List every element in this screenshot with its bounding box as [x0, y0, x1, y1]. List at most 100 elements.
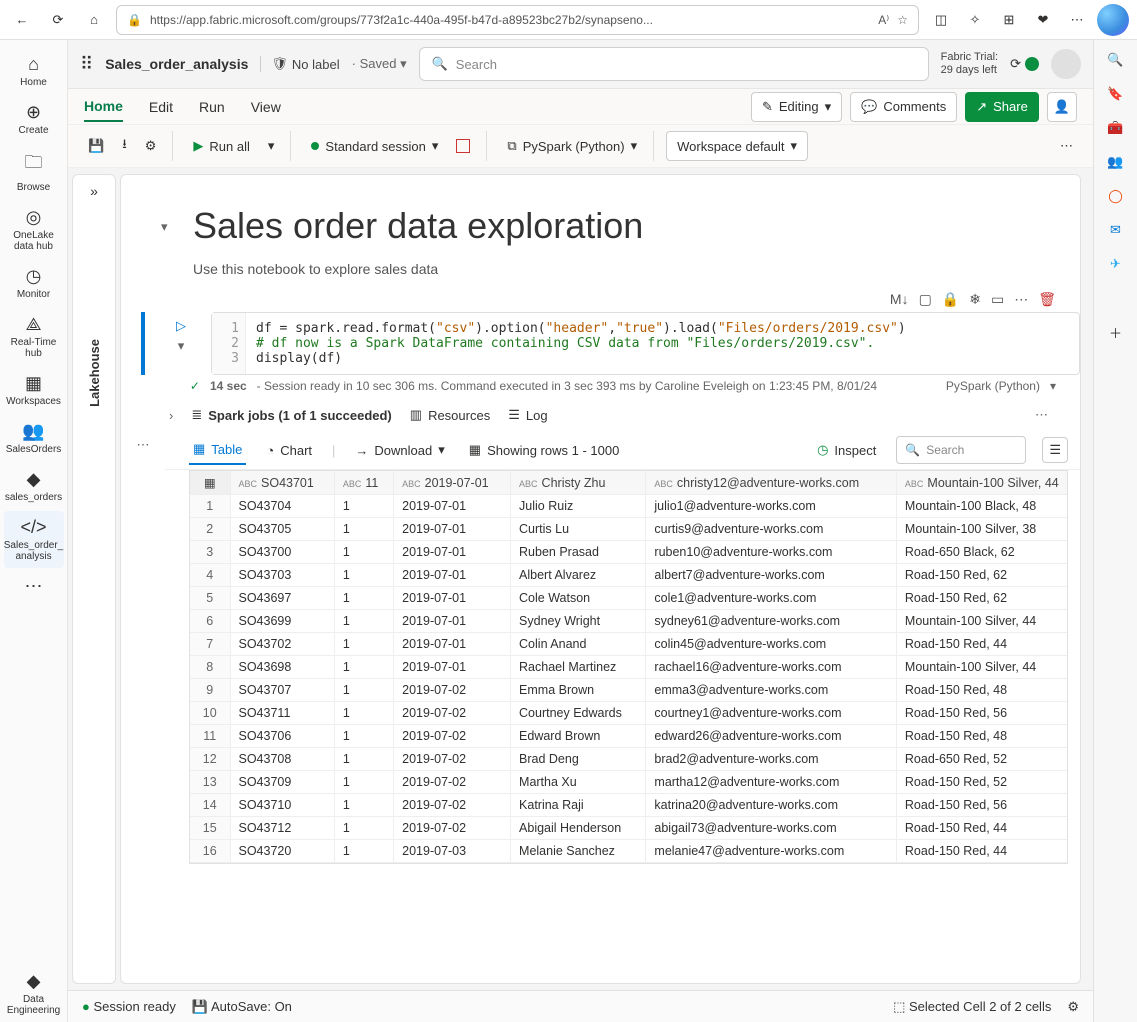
favorite-icon[interactable]: ☆ [897, 13, 908, 27]
user-avatar[interactable] [1051, 49, 1081, 79]
rail-toolbox-icon[interactable]: 🧰 [1106, 118, 1126, 138]
table-row[interactable]: 7SO4370212019-07-01Colin Anandcolin45@ad… [190, 633, 1068, 656]
nav-notebook[interactable]: </>Sales_order_ analysis [4, 511, 64, 568]
cell-more-icon[interactable]: ⋯ [1014, 291, 1028, 308]
row-selector-header[interactable]: ▦ [190, 471, 230, 495]
editing-mode-button[interactable]: ✎Editing ▾ [751, 92, 842, 122]
column-header[interactable]: ABCChristy Zhu [511, 471, 646, 495]
table-row[interactable]: 12SO4370812019-07-02Brad Dengbrad2@adven… [190, 748, 1068, 771]
split-screen-icon[interactable]: ◫ [927, 6, 955, 34]
copilot-icon[interactable] [1097, 4, 1129, 36]
result-table[interactable]: ▦ABCSO43701ABC11ABC2019-07-01ABCChristy … [189, 470, 1068, 864]
nav-salesorders-lh[interactable]: ◆sales_orders [4, 463, 64, 509]
run-cell-button[interactable]: ▷ [176, 318, 186, 334]
column-header[interactable]: ABC11 [334, 471, 393, 495]
table-row[interactable]: 14SO4371012019-07-02Katrina Rajikatrina2… [190, 794, 1068, 817]
output-filter-icon[interactable]: ☰ [1042, 437, 1068, 463]
nav-browse[interactable]: 🗀Browse [4, 144, 64, 199]
output-download-button[interactable]: → Download ▾ [351, 436, 448, 464]
environment-selector[interactable]: Workspace default ▾ [666, 131, 808, 161]
toggle-output-icon[interactable]: ▢ [919, 291, 932, 308]
nav-realtime[interactable]: ⟁Real-Time hub [4, 308, 64, 365]
freeze-cell-icon[interactable]: ❄ [969, 291, 981, 308]
search-box[interactable]: 🔍 Search [419, 47, 929, 81]
nav-salesorders[interactable]: 👥SalesOrders [4, 415, 64, 461]
table-row[interactable]: 8SO4369812019-07-01Rachael Martinezracha… [190, 656, 1068, 679]
waffle-icon[interactable]: ⠿ [80, 54, 93, 75]
log-tab[interactable]: ☰ Log [508, 407, 547, 423]
presence-button[interactable]: 👤 [1047, 92, 1077, 122]
nav-create[interactable]: ⊕Create [4, 96, 64, 142]
column-header[interactable]: ABCchristy12@adventure-works.com [646, 471, 897, 495]
table-row[interactable]: 11SO4370612019-07-02Edward Brownedward26… [190, 725, 1068, 748]
table-row[interactable]: 9SO4370712019-07-02Emma Brownemma3@adven… [190, 679, 1068, 702]
extensions-icon[interactable]: ⊞ [995, 6, 1023, 34]
stop-session-button[interactable] [448, 131, 478, 161]
nav-persona[interactable]: ◆Data Engineering [4, 965, 64, 1022]
table-row[interactable]: 3SO4370012019-07-01Ruben Prasadruben10@a… [190, 541, 1068, 564]
health-icon[interactable]: ❤︎ [1029, 6, 1057, 34]
table-row[interactable]: 1SO4370412019-07-01Julio Ruizjulio1@adve… [190, 495, 1068, 518]
inspect-button[interactable]: ◷ Inspect [813, 436, 880, 464]
rail-outlook-icon[interactable]: ✉ [1106, 220, 1126, 240]
back-button[interactable]: ← [8, 6, 36, 34]
toggle-input-icon[interactable]: ▭ [991, 291, 1004, 308]
rail-people-icon[interactable]: 👥 [1106, 152, 1126, 172]
toggle-output-section-icon[interactable]: › [169, 408, 173, 423]
convert-markdown-icon[interactable]: M↓ [890, 291, 909, 308]
read-aloud-icon[interactable]: A⁾ [878, 13, 889, 27]
sensitivity-label[interactable]: 🛡No label [260, 56, 339, 72]
collections-icon[interactable]: ✧ [961, 6, 989, 34]
code-editor[interactable]: 123 df = spark.read.format("csv").option… [211, 312, 1080, 375]
rail-search-icon[interactable]: 🔍 [1106, 50, 1126, 70]
settings-gear-icon[interactable]: ⚙ [1067, 999, 1079, 1015]
nav-home[interactable]: ⌂Home [4, 48, 64, 94]
download-button[interactable]: ⭳ [114, 131, 135, 161]
rail-add-icon[interactable]: ＋ [1106, 322, 1126, 342]
address-bar[interactable]: 🔒 https://app.fabric.microsoft.com/group… [116, 5, 919, 35]
run-all-button[interactable]: ▶ Run all [185, 131, 257, 161]
comments-button[interactable]: 💬Comments [850, 92, 957, 122]
output-chart-tab[interactable]: ◔ Chart [262, 437, 316, 464]
spark-jobs-tab[interactable]: ≣ Spark jobs (1 of 1 succeeded) [191, 407, 391, 423]
language-selector[interactable]: ⧉PySpark (Python) ▾ [499, 131, 645, 161]
toolbar-more[interactable]: ⋯ [1052, 131, 1081, 161]
tab-edit[interactable]: Edit [149, 93, 173, 121]
output-table-tab[interactable]: ▦ Table [189, 435, 246, 465]
column-header[interactable]: ABCMountain-100 Silver, 44 [896, 471, 1068, 495]
settings-button[interactable]: ⚙ [137, 131, 165, 161]
file-name[interactable]: Sales_order_analysis [105, 56, 248, 72]
lock-cell-icon[interactable]: 🔒 [942, 291, 959, 308]
resources-tab[interactable]: ▥ Resources [410, 407, 490, 423]
table-row[interactable]: 16SO4372012019-07-03Melanie Sanchezmelan… [190, 840, 1068, 863]
tab-view[interactable]: View [251, 93, 281, 121]
rail-telegram-icon[interactable]: ✈ [1106, 254, 1126, 274]
share-button[interactable]: ↗Share [965, 92, 1039, 122]
output-search-box[interactable]: 🔍 Search [896, 436, 1026, 464]
table-row[interactable]: 2SO4370512019-07-01Curtis Lucurtis9@adve… [190, 518, 1068, 541]
chevron-down-icon[interactable]: ▾ [178, 338, 185, 354]
kernel-dropdown-icon[interactable]: ▾ [1050, 379, 1056, 393]
home-button[interactable]: ⌂ [80, 6, 108, 34]
more-icon[interactable]: ⋯ [1063, 6, 1091, 34]
output-collapse-icon[interactable]: ⋯ [121, 431, 165, 870]
table-row[interactable]: 15SO4371212019-07-02Abigail Hendersonabi… [190, 817, 1068, 840]
column-header[interactable]: ABC2019-07-01 [394, 471, 511, 495]
tab-run[interactable]: Run [199, 93, 225, 121]
output-more-icon[interactable]: ⋯ [1027, 407, 1056, 423]
save-button[interactable]: 💾 [80, 131, 112, 161]
expand-panel-icon[interactable]: » [90, 183, 98, 199]
table-row[interactable]: 4SO4370312019-07-01Albert Alvarezalbert7… [190, 564, 1068, 587]
table-row[interactable]: 5SO4369712019-07-01Cole Watsoncole1@adve… [190, 587, 1068, 610]
column-header[interactable]: ABCSO43701 [230, 471, 334, 495]
nav-monitor[interactable]: ◷Monitor [4, 260, 64, 306]
table-row[interactable]: 13SO4370912019-07-02Martha Xumartha12@ad… [190, 771, 1068, 794]
refresh-button[interactable]: ⟳ [44, 6, 72, 34]
nav-workspaces[interactable]: ▦Workspaces [4, 367, 64, 413]
nav-onelake[interactable]: ◎OneLake data hub [4, 201, 64, 258]
table-row[interactable]: 6SO4369912019-07-01Sydney Wrightsydney61… [190, 610, 1068, 633]
session-selector[interactable]: Standard session ▾ [303, 131, 446, 161]
rail-office-icon[interactable]: ◯ [1106, 186, 1126, 206]
tab-home[interactable]: Home [84, 92, 123, 122]
delete-cell-icon[interactable]: 🗑 [1038, 291, 1056, 308]
